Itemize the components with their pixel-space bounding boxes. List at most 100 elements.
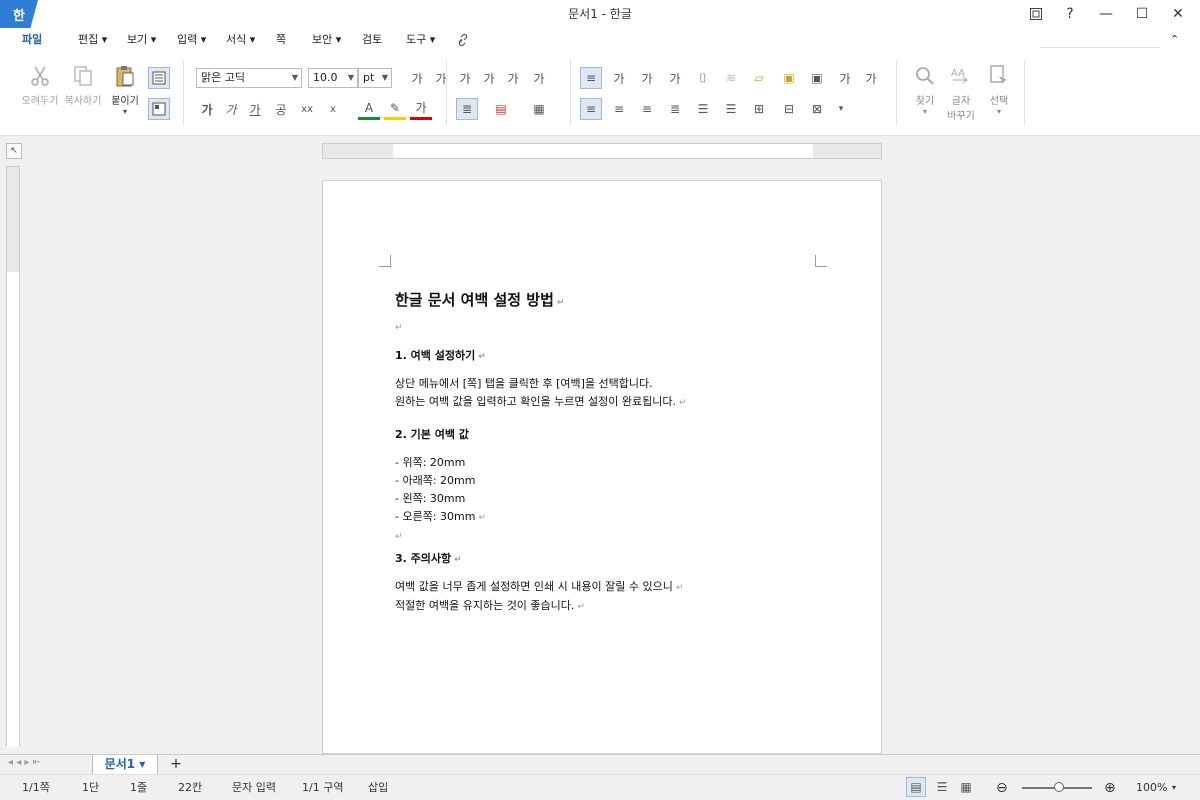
vertical-ruler[interactable] xyxy=(6,166,20,747)
superscript-button[interactable]: xx xyxy=(296,98,318,120)
tab-document-1[interactable]: 문서1 ▾ xyxy=(92,755,158,775)
char-style-5[interactable]: 가 xyxy=(502,67,524,89)
status-section[interactable]: 1/1 구역 xyxy=(302,775,343,800)
paragraph-mark: ↵ xyxy=(577,602,585,612)
section1-heading: 1. 여백 설정하기 xyxy=(395,349,476,362)
indent-button[interactable]: ⊞ xyxy=(748,98,770,120)
border-style-icon[interactable]: ▤ xyxy=(490,98,512,120)
char-shape-7[interactable]: 가 xyxy=(834,67,856,89)
status-insert[interactable]: 삽입 xyxy=(368,775,388,800)
margin-corner-mark xyxy=(379,255,391,267)
align-center-button[interactable]: ≡ xyxy=(608,98,630,120)
close-button[interactable]: ✕ xyxy=(1160,0,1196,28)
paragraph-shape-icon[interactable]: ≡ xyxy=(580,67,602,89)
char-shape-2[interactable]: 가 xyxy=(636,67,658,89)
align-justify-button[interactable]: ≣ xyxy=(664,98,686,120)
section3-line1: 여백 값을 너무 좁게 설정하면 인쇄 시 내용이 잘릴 수 있으니 xyxy=(395,580,673,593)
collapse-ribbon-icon[interactable]: ⌃ xyxy=(1170,28,1179,52)
status-char: 22칸 xyxy=(178,781,203,794)
menu-page[interactable]: 쪽 xyxy=(276,28,286,52)
select-button[interactable]: 선택 ▾ xyxy=(974,64,1024,116)
menu-insert[interactable]: 입력 ▾ xyxy=(177,28,206,52)
paste-label: 붙이기 xyxy=(111,96,139,107)
paragraph-mark: ↵ xyxy=(556,298,565,308)
page-view-icon[interactable]: ▤ xyxy=(906,777,926,797)
status-bar: 1/1쪽 1단 1줄 22칸 문자 입력 1/1 구역 삽입 ▤ ☰ ▦ ⊖ ⊕… xyxy=(0,774,1200,800)
char-shape-1[interactable]: 가 xyxy=(608,67,630,89)
char-shape-8[interactable]: 가 xyxy=(860,67,882,89)
font-unit-select[interactable]: pt ▼ xyxy=(358,68,392,88)
zoom-chevron-icon[interactable]: ▾ xyxy=(1172,775,1176,800)
page-layout-icon[interactable] xyxy=(148,67,170,89)
outline-button[interactable]: 공 xyxy=(270,98,292,120)
char-shape-3[interactable]: 가 xyxy=(664,67,686,89)
table-icon[interactable]: ▦ xyxy=(528,98,550,120)
paragraph-mark: ↵ xyxy=(675,583,684,593)
help-button[interactable]: ? xyxy=(1052,0,1088,28)
outdent-button[interactable]: ⊟ xyxy=(778,98,800,120)
tab-nav-arrows-icon[interactable]: ◂ ◂ ▸ ⇤ xyxy=(8,757,41,768)
section3-line2: 적절한 여백을 유지하는 것이 좋습니다. xyxy=(395,599,575,612)
zoom-in-icon[interactable]: ⊕ xyxy=(1104,775,1116,800)
paragraph-mark: ↵ xyxy=(678,398,687,408)
menu-edit[interactable]: 편집 ▾ xyxy=(78,28,107,52)
menu-file[interactable]: 파일 xyxy=(22,28,42,52)
menu-format[interactable]: 서식 ▾ xyxy=(226,28,255,52)
char-style-4[interactable]: 가 xyxy=(478,67,500,89)
insert-box-icon[interactable]: ▣ xyxy=(778,67,800,89)
menu-review[interactable]: 검토 xyxy=(362,28,382,52)
text-color-icon[interactable]: 가 xyxy=(410,98,432,120)
document-page[interactable]: 한글 문서 여백 설정 방법 ↵ ↵ 1. 여백 설정하기 ↵ 상단 메뉴에서 [쪽… xyxy=(322,180,882,754)
ribbon-separator xyxy=(1024,60,1025,126)
font-unit-value: pt xyxy=(363,71,375,84)
doc-title: 한글 문서 여백 설정 방법 xyxy=(395,291,554,309)
char-shape-4[interactable]: ⌷ xyxy=(692,67,714,89)
char-style-1[interactable]: 가 xyxy=(406,67,428,89)
char-style-6[interactable]: 가 xyxy=(528,67,550,89)
ruler-toggle-icon[interactable]: ↖ xyxy=(6,143,22,159)
align-right-button[interactable]: ≡ xyxy=(636,98,658,120)
zoom-slider[interactable] xyxy=(1022,782,1092,792)
status-page[interactable]: 1/1쪽 xyxy=(22,775,50,800)
link-icon[interactable] xyxy=(456,28,470,52)
char-style-2[interactable]: 가 xyxy=(430,67,452,89)
search-box[interactable] xyxy=(1040,32,1160,48)
add-tab-button[interactable]: + xyxy=(164,755,188,775)
menu-view[interactable]: 보기 ▾ xyxy=(127,28,156,52)
bold-button[interactable]: 가 xyxy=(196,98,218,120)
zoom-level[interactable]: 100% xyxy=(1136,775,1167,800)
font-size-select[interactable]: 10.0 ▼ xyxy=(308,68,358,88)
format-copy-icon[interactable] xyxy=(148,98,170,120)
paragraph-mark: ↵ xyxy=(395,323,403,333)
web-view-icon[interactable]: ▦ xyxy=(956,777,976,797)
number-list-button[interactable]: ☰ xyxy=(720,98,742,120)
insert-frame-icon[interactable]: ▣ xyxy=(806,67,828,89)
italic-button[interactable]: 가 xyxy=(220,98,242,120)
char-style-3[interactable]: 가 xyxy=(454,67,476,89)
paragraph-style-icon[interactable]: ≣ xyxy=(456,98,478,120)
font-size-value: 10.0 xyxy=(313,71,338,84)
minimize-button[interactable]: — xyxy=(1088,0,1124,28)
char-shape-5[interactable]: ≋ xyxy=(720,67,742,89)
align-left-button[interactable]: ≡ xyxy=(580,98,602,120)
char-shape-6[interactable]: ▱ xyxy=(748,67,770,89)
more-format-chevron-icon[interactable]: ▾ xyxy=(830,98,852,120)
outline-view-icon[interactable]: ☰ xyxy=(932,777,952,797)
restore-layout-icon[interactable] xyxy=(1018,0,1054,28)
zoom-slider-knob[interactable] xyxy=(1054,782,1064,792)
horizontal-ruler[interactable] xyxy=(322,143,882,159)
font-name-select[interactable]: 맑은 고딕 ▼ xyxy=(196,68,302,88)
font-color-icon[interactable]: A xyxy=(358,98,380,120)
paste-button[interactable]: 붙이기 ▾ xyxy=(100,64,150,116)
bullet-list-button[interactable]: ☰ xyxy=(692,98,714,120)
subscript-button[interactable]: x xyxy=(322,98,344,120)
line-spacing-button[interactable]: ⊠ xyxy=(806,98,828,120)
document-body[interactable]: 한글 문서 여백 설정 방법 ↵ ↵ 1. 여백 설정하기 ↵ 상단 메뉴에서 [쪽… xyxy=(395,289,835,616)
menu-tools[interactable]: 도구 ▾ xyxy=(406,28,435,52)
replace-icon: AA xyxy=(951,68,968,84)
menu-security[interactable]: 보안 ▾ xyxy=(312,28,341,52)
underline-button[interactable]: 가 xyxy=(244,98,266,120)
maximize-button[interactable]: ☐ xyxy=(1124,0,1160,28)
zoom-out-icon[interactable]: ⊖ xyxy=(996,775,1008,800)
highlight-icon[interactable]: ✎ xyxy=(384,98,406,120)
